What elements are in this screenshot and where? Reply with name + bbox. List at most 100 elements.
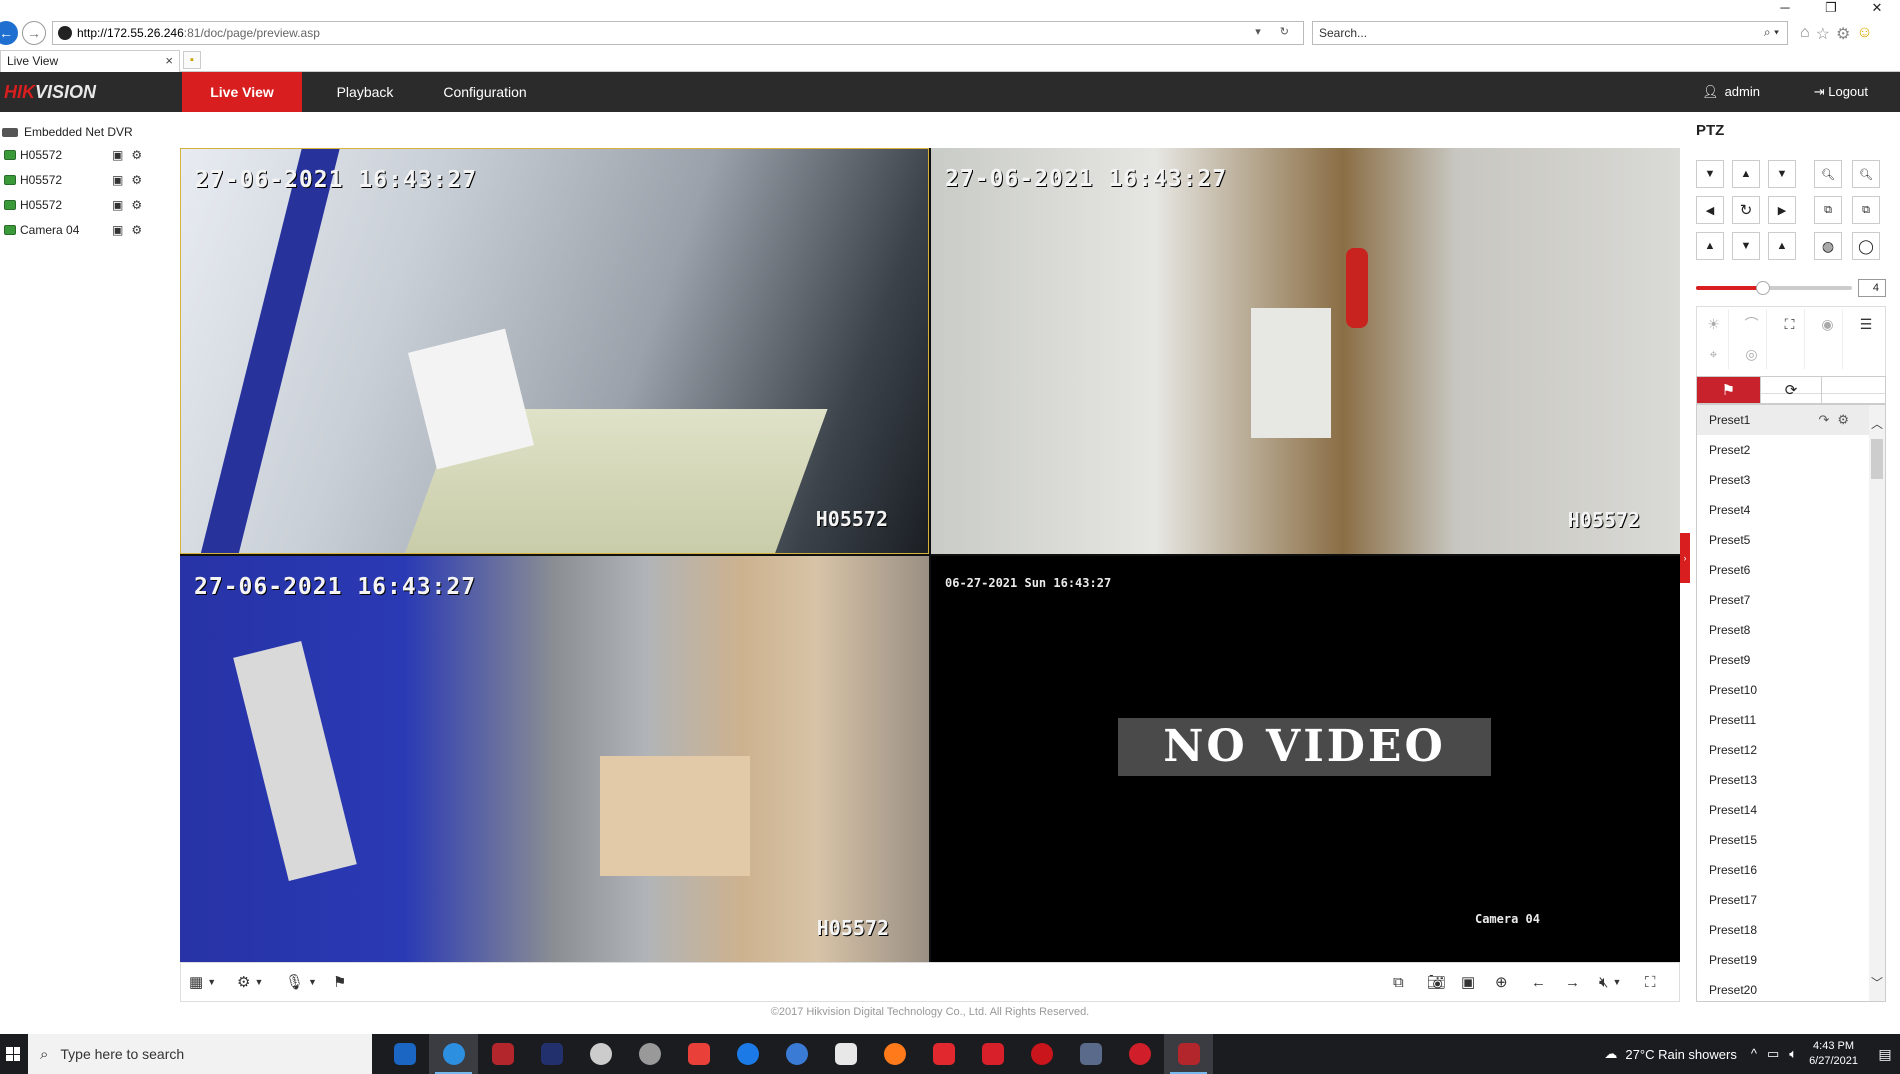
light-icon[interactable]: ☀ [1699,309,1729,339]
nav-configuration[interactable]: Configuration [430,72,540,112]
iris-open-icon[interactable]: ◍ [1814,232,1842,260]
tab-pattern[interactable] [1822,377,1885,403]
nav-live-view[interactable]: Live View [182,72,302,112]
file-explorer-icon[interactable] [821,1034,870,1074]
notifications-icon[interactable]: ▤ [1870,1046,1900,1063]
iris-close-icon[interactable]: ◯ [1852,232,1880,260]
ptz-up[interactable]: ▲ [1732,160,1760,188]
start-button[interactable] [0,1034,26,1074]
focus-far-icon[interactable]: ⧉ [1852,196,1880,224]
window-layout-button[interactable]: ▦ ▼ [189,971,216,993]
preset-item[interactable]: Preset5 [1697,525,1885,555]
forward-arrow-icon[interactable]: → [22,21,46,45]
tab-close-icon[interactable]: × [165,51,173,71]
back-arrow-icon[interactable]: ← [0,21,18,45]
audio-talk-button[interactable]: 🎙︎ ▼ [285,971,317,993]
volume-icon[interactable]: 🔈︎ [1789,1046,1797,1062]
lens-init-icon[interactable]: ◉ [1813,309,1843,339]
record-button[interactable]: ▣ [1461,971,1475,993]
device-node[interactable]: Embedded Net DVR [0,122,175,142]
preset-item[interactable]: Preset2 [1697,435,1885,465]
preset-item[interactable]: Preset11 [1697,705,1885,735]
app-icon[interactable] [1017,1034,1066,1074]
ptz-up-left[interactable]: ▼ [1696,160,1724,188]
camera-node[interactable]: H05572 ▣ ⚙ [0,192,175,217]
preset-item[interactable]: Preset12 [1697,735,1885,765]
stop-all-button[interactable]: ⧉ [1393,971,1404,993]
preset-item[interactable]: Preset7 [1697,585,1885,615]
ptz-left[interactable]: ◀ [1696,196,1724,224]
speed-knob[interactable] [1756,281,1770,295]
app-icon[interactable] [772,1034,821,1074]
firefox-icon[interactable] [870,1034,919,1074]
browser-search-input[interactable]: Search... ⌕ ▾ [1312,21,1788,45]
weather-widget[interactable]: ☁ 27°C Rain showers [1604,1046,1736,1062]
wiper-icon[interactable]: ⌒ [1737,309,1767,339]
gear-icon[interactable]: ⚙ [1836,24,1850,44]
outlook-icon[interactable] [380,1034,429,1074]
record-icon[interactable]: ▣ [112,148,123,162]
calculator-icon[interactable] [1066,1034,1115,1074]
camera-node[interactable]: Camera 04 ▣ ⚙ [0,217,175,242]
preset-item[interactable]: Preset10 [1697,675,1885,705]
video-pane-2[interactable]: 27-06-2021 16:43:27 H05572 [931,148,1680,554]
preset-item[interactable]: Preset16 [1697,855,1885,885]
preset-item[interactable]: Preset15 [1697,825,1885,855]
ptz-down-right[interactable]: ▲ [1768,232,1796,260]
stream-icon[interactable]: ⚙ [131,148,142,162]
preset-item[interactable]: Preset6 [1697,555,1885,585]
fullscreen-button[interactable]: ⛶ [1645,971,1656,993]
browser-tab[interactable]: Live View × [0,50,180,72]
scroll-thumb[interactable] [1871,439,1883,479]
app-icon[interactable] [919,1034,968,1074]
record-icon[interactable]: ▣ [112,223,123,237]
video-pane-3[interactable]: 27-06-2021 16:43:27 H05572 [180,556,929,962]
camera-node[interactable]: H05572 ▣ ⚙ [0,142,175,167]
call-preset-icon[interactable]: ↷ [1818,412,1837,427]
preset-scrollbar[interactable]: ︿ ﹀ [1869,405,1885,1001]
preset-item[interactable]: Preset14 [1697,795,1885,825]
video-pane-4[interactable]: 06-27-2021 Sun 16:43:27 NO VIDEO Camera … [931,556,1680,962]
menu-icon[interactable]: ☰ [1851,309,1881,339]
tab-patrol[interactable]: ⟳ [1759,377,1823,403]
teamviewer-icon[interactable] [723,1034,772,1074]
smiley-icon[interactable]: ☺ [1856,24,1872,44]
star-icon[interactable]: ☆ [1816,24,1830,44]
taskbar-search-input[interactable]: ⌕ Type here to search [28,1034,372,1074]
address-dropdown-refresh-icons[interactable]: ▾ ↻ [1255,25,1297,38]
preset-item[interactable]: Preset13 [1697,765,1885,795]
audio-button[interactable]: 🔇︎ ▼ [1599,971,1621,993]
preset-item[interactable]: Preset9 [1697,645,1885,675]
chevron-up-icon[interactable]: ^ [1751,1046,1757,1062]
previous-page-button[interactable]: ← [1531,971,1546,993]
stream-type-button[interactable]: ⚙ ▼ [237,971,263,993]
ivms-icon[interactable] [478,1034,527,1074]
preset-item[interactable]: Preset8 [1697,615,1885,645]
ptz-up-right[interactable]: ▼ [1768,160,1796,188]
ivms-icon[interactable] [1164,1034,1213,1074]
ptz-down[interactable]: ▼ [1732,232,1760,260]
anydesk-icon[interactable] [674,1034,723,1074]
ptz-right[interactable]: ▶ [1768,196,1796,224]
home-icon[interactable]: ⌂ [1800,24,1810,44]
preset-item[interactable]: Preset4 [1697,495,1885,525]
network-icon[interactable]: ▭ [1767,1046,1779,1062]
preset-item[interactable]: Preset3 [1697,465,1885,495]
next-page-button[interactable]: → [1565,971,1580,993]
panel-collapse-button[interactable]: › [1680,533,1690,583]
chevron-up-icon[interactable]: ︿ [1871,415,1883,432]
preset-item[interactable]: Preset19 [1697,945,1885,975]
manual-tracking-icon[interactable]: ⌖ [1699,339,1729,369]
tab-preset[interactable]: ⚑ [1697,377,1760,403]
capture-button[interactable]: 📷︎ [1427,971,1446,993]
focus-near-icon[interactable]: ⧉ [1814,196,1842,224]
ptz-speed-slider[interactable] [1696,281,1852,295]
search-icon[interactable]: ⌕ ▾ [1764,25,1779,40]
stream-icon[interactable]: ⚙ [131,198,142,212]
ptz-down-left[interactable]: ▲ [1696,232,1724,260]
preset-item[interactable]: Preset1 ↷⚙ [1697,405,1885,435]
record-icon[interactable]: ▣ [112,173,123,187]
camera-node[interactable]: H05572 ▣ ⚙ [0,167,175,192]
tally-icon[interactable] [527,1034,576,1074]
stream-icon[interactable]: ⚙ [131,223,142,237]
